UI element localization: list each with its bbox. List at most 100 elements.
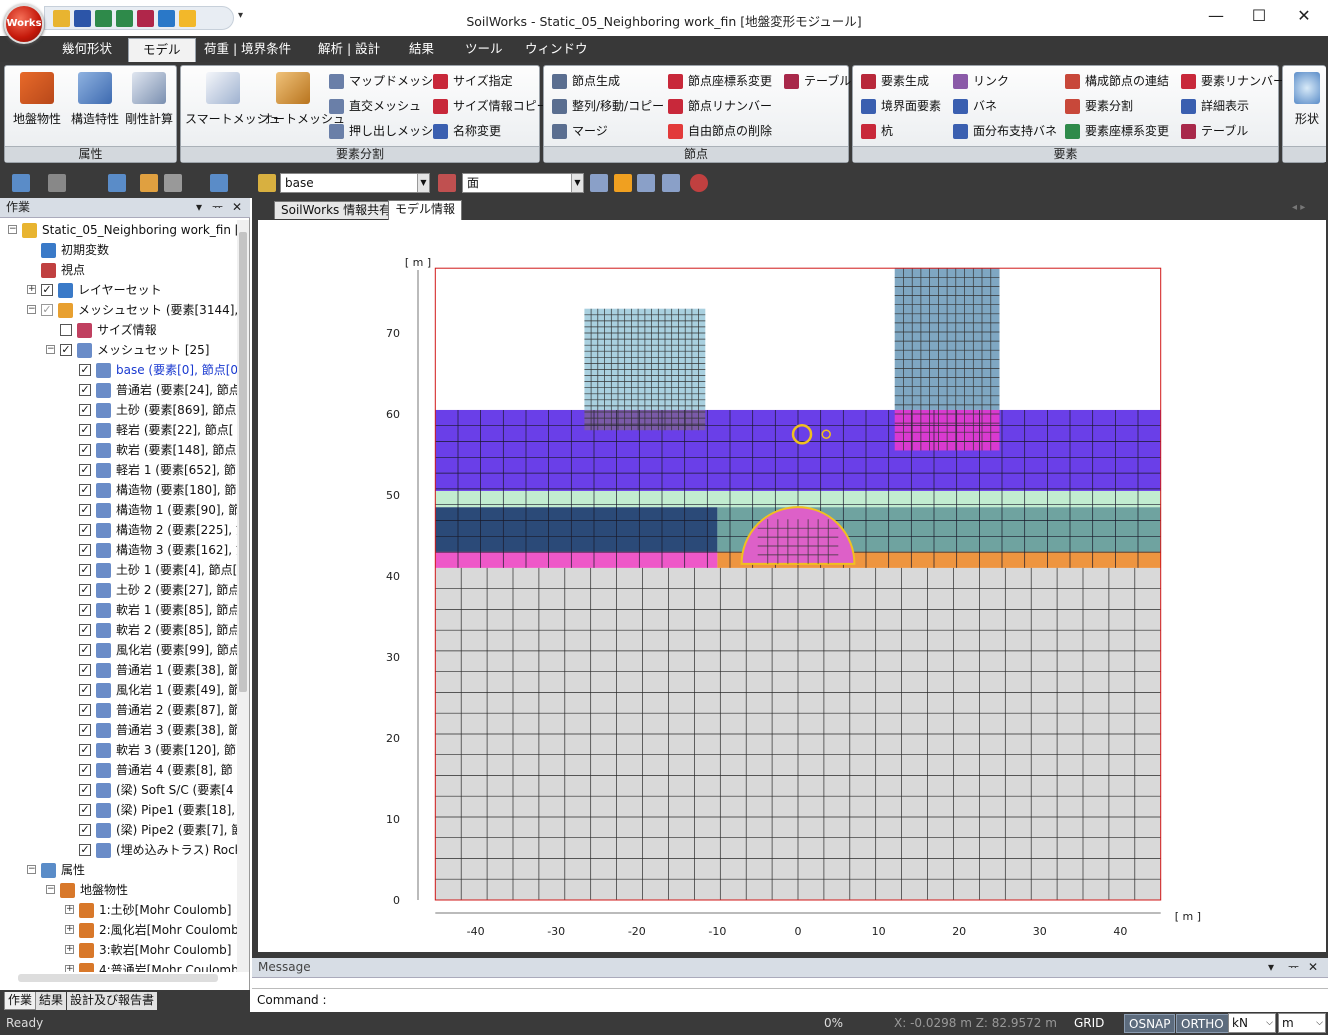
tree-item[interactable]: +1:土砂[Mohr Coulomb] bbox=[0, 900, 238, 920]
minimize-button[interactable]: — bbox=[1206, 6, 1226, 26]
tree-expander[interactable]: − bbox=[46, 885, 55, 894]
tree-checkbox[interactable]: ✓ bbox=[79, 464, 91, 476]
tab-soilworks-info[interactable]: SoilWorks 情報共有 bbox=[274, 201, 399, 219]
tree-checkbox[interactable]: ✓ bbox=[79, 724, 91, 736]
close-icon[interactable]: ✕ bbox=[232, 198, 242, 217]
node-renumber-button[interactable]: 節点リナンバー bbox=[668, 96, 772, 116]
soil-property-button[interactable]: 地盤物性 bbox=[9, 70, 65, 127]
tree-checkbox[interactable]: ✓ bbox=[79, 624, 91, 636]
node-coord-change-button[interactable]: 節点座標系変更 bbox=[668, 71, 772, 91]
align-move-copy-button[interactable]: 整列/移動/コピー bbox=[552, 96, 664, 116]
tree-expander[interactable]: − bbox=[46, 345, 55, 354]
element-create-button[interactable]: 要素生成 bbox=[861, 71, 929, 91]
tree-checkbox[interactable]: ✓ bbox=[79, 544, 91, 556]
tree-item[interactable]: ✓ 軽岩 1 (要素[652], 節 bbox=[0, 460, 238, 480]
stiffness-calc-button[interactable]: 剛性計算 bbox=[123, 70, 175, 127]
tree-checkbox[interactable]: ✓ bbox=[79, 844, 91, 856]
tree-checkbox[interactable]: ✓ bbox=[79, 584, 91, 596]
print-icon[interactable] bbox=[137, 9, 154, 27]
qat-dropdown-icon[interactable]: ▾ bbox=[238, 10, 243, 21]
close-icon[interactable]: ✕ bbox=[1308, 958, 1318, 977]
tree-item[interactable]: ✓ 普通岩 2 (要素[87], 節 bbox=[0, 700, 238, 720]
pile-button[interactable]: 杭 bbox=[861, 121, 893, 141]
panel-dropdown-icon[interactable]: ▾ bbox=[196, 198, 202, 217]
tree-item[interactable]: − Static_05_Neighboring work_fin [地盤 bbox=[0, 220, 238, 240]
shape-button[interactable]: 形状 bbox=[1287, 70, 1327, 127]
tree-item[interactable]: ✓ 風化岩 (要素[99], 節点 bbox=[0, 640, 238, 660]
lightning-icon[interactable] bbox=[179, 9, 196, 27]
tree-expander[interactable]: + bbox=[65, 945, 74, 954]
menu-tab-model[interactable]: モデル bbox=[128, 38, 196, 63]
tree-item[interactable]: − ✓ メッシュセット [25] bbox=[0, 340, 238, 360]
tree-item[interactable]: ✓ (梁) Pipe2 (要素[7], 節 bbox=[0, 820, 238, 840]
tree-checkbox[interactable]: ✓ bbox=[79, 504, 91, 516]
element-table-button[interactable]: テーブル bbox=[1181, 121, 1248, 141]
tree-expander[interactable]: + bbox=[65, 925, 74, 934]
tree-item[interactable]: ✓ 土砂 1 (要素[4], 節点[ bbox=[0, 560, 238, 580]
tree-item[interactable]: ✓ 普通岩 4 (要素[8], 節 bbox=[0, 760, 238, 780]
tree-checkbox[interactable]: ✓ bbox=[79, 404, 91, 416]
low-left-layer[interactable] bbox=[435, 551, 718, 568]
mapped-mesh-button[interactable]: マップドメッシュ bbox=[329, 71, 445, 91]
pin-icon[interactable]: ᅲ bbox=[212, 198, 223, 217]
tree-item[interactable]: +2:風化岩[Mohr Coulomb] bbox=[0, 920, 238, 940]
tree-checkbox[interactable]: ✓ bbox=[79, 604, 91, 616]
model-canvas[interactable]: 70 60 50 40 30 20 10 0 -40 -30 -20 -10 0 10 20 30 40 [ m … bbox=[258, 220, 1326, 952]
tree-item[interactable]: − 地盤物性 bbox=[0, 880, 238, 900]
tree-checkbox[interactable]: ✓ bbox=[79, 764, 91, 776]
tab-design-report[interactable]: 設計及び報告書 bbox=[67, 992, 158, 1010]
tree-expander[interactable]: + bbox=[65, 965, 74, 972]
tree-checkbox[interactable] bbox=[60, 324, 72, 336]
polygon-select-icon[interactable] bbox=[637, 174, 655, 192]
tree-checkbox[interactable]: ✓ bbox=[60, 344, 72, 356]
detail-display-button[interactable]: 詳細表示 bbox=[1181, 96, 1249, 116]
node-table-button[interactable]: テーブル bbox=[784, 71, 851, 91]
tree-item[interactable]: ✓ 普通岩 3 (要素[38], 節 bbox=[0, 720, 238, 740]
force-unit-select[interactable]: kN ⌵ bbox=[1228, 1013, 1276, 1033]
redo-icon[interactable] bbox=[48, 174, 66, 192]
size-info-copy-button[interactable]: サイズ情報コピー bbox=[433, 96, 549, 116]
filter-icon[interactable] bbox=[438, 174, 456, 192]
tree-expander[interactable]: + bbox=[27, 285, 36, 294]
length-unit-select[interactable]: m ⌵ bbox=[1278, 1013, 1326, 1033]
mode-combo[interactable]: 面 ▼ bbox=[462, 173, 584, 193]
window-icon[interactable] bbox=[158, 9, 175, 27]
tree-checkbox[interactable]: ✓ bbox=[79, 364, 91, 376]
tree-checkbox[interactable]: ✓ bbox=[79, 644, 91, 656]
tree-item[interactable]: ✓ 普通岩 (要素[24], 節点 bbox=[0, 380, 238, 400]
spring-button[interactable]: バネ bbox=[953, 96, 997, 116]
menu-tab-load-boundary[interactable]: 荷重 | 境界条件 bbox=[190, 36, 305, 62]
tree-checkbox[interactable]: ✓ bbox=[79, 444, 91, 456]
tree-item[interactable]: ✓ 構造物 3 (要素[162], 節 bbox=[0, 540, 238, 560]
auto-mesh-button[interactable]: オートメッシュ bbox=[261, 70, 345, 127]
curve-icon[interactable] bbox=[95, 9, 112, 27]
chevron-down-icon[interactable]: ▼ bbox=[417, 174, 429, 192]
tree-item[interactable]: ✓ 軟岩 2 (要素[85], 節点 bbox=[0, 620, 238, 640]
display-icon[interactable] bbox=[210, 174, 228, 192]
open-folder-icon[interactable] bbox=[53, 9, 70, 27]
tree-expander[interactable]: + bbox=[65, 905, 74, 914]
menu-tab-results[interactable]: 結果 bbox=[395, 36, 448, 62]
tree-checkbox[interactable]: ✓ bbox=[41, 304, 53, 316]
maximize-button[interactable]: ☐ bbox=[1249, 6, 1269, 26]
tab-nav-arrows[interactable]: ◂ ▸ bbox=[1292, 202, 1305, 213]
merge-button[interactable]: マージ bbox=[552, 121, 608, 141]
close-button[interactable]: ✕ bbox=[1294, 6, 1314, 26]
tree-expander[interactable]: − bbox=[27, 305, 36, 314]
tree-checkbox[interactable]: ✓ bbox=[79, 664, 91, 676]
tree-item[interactable]: 視点 bbox=[0, 260, 238, 280]
panel-dropdown-icon[interactable]: ▾ bbox=[1268, 958, 1274, 977]
rename-button[interactable]: 名称変更 bbox=[433, 121, 501, 141]
tree-item[interactable]: ✓ 軟岩 1 (要素[85], 節点 bbox=[0, 600, 238, 620]
tree-checkbox[interactable]: ✓ bbox=[79, 484, 91, 496]
tree-checkbox[interactable]: ✓ bbox=[79, 824, 91, 836]
menu-tab-geometry[interactable]: 幾何形状 bbox=[48, 36, 126, 62]
connect-nodes-button[interactable]: 構成節点の連結 bbox=[1065, 71, 1169, 91]
paste-icon[interactable] bbox=[140, 174, 158, 192]
element-coord-change-button[interactable]: 要素座標系変更 bbox=[1065, 121, 1169, 141]
select-icon[interactable] bbox=[108, 174, 126, 192]
pointer-icon[interactable] bbox=[590, 174, 608, 192]
chevron-down-icon[interactable]: ▼ bbox=[571, 174, 583, 192]
tree-hscrollbar[interactable] bbox=[18, 974, 218, 982]
tree-item[interactable]: +3:軟岩[Mohr Coulomb] bbox=[0, 940, 238, 960]
